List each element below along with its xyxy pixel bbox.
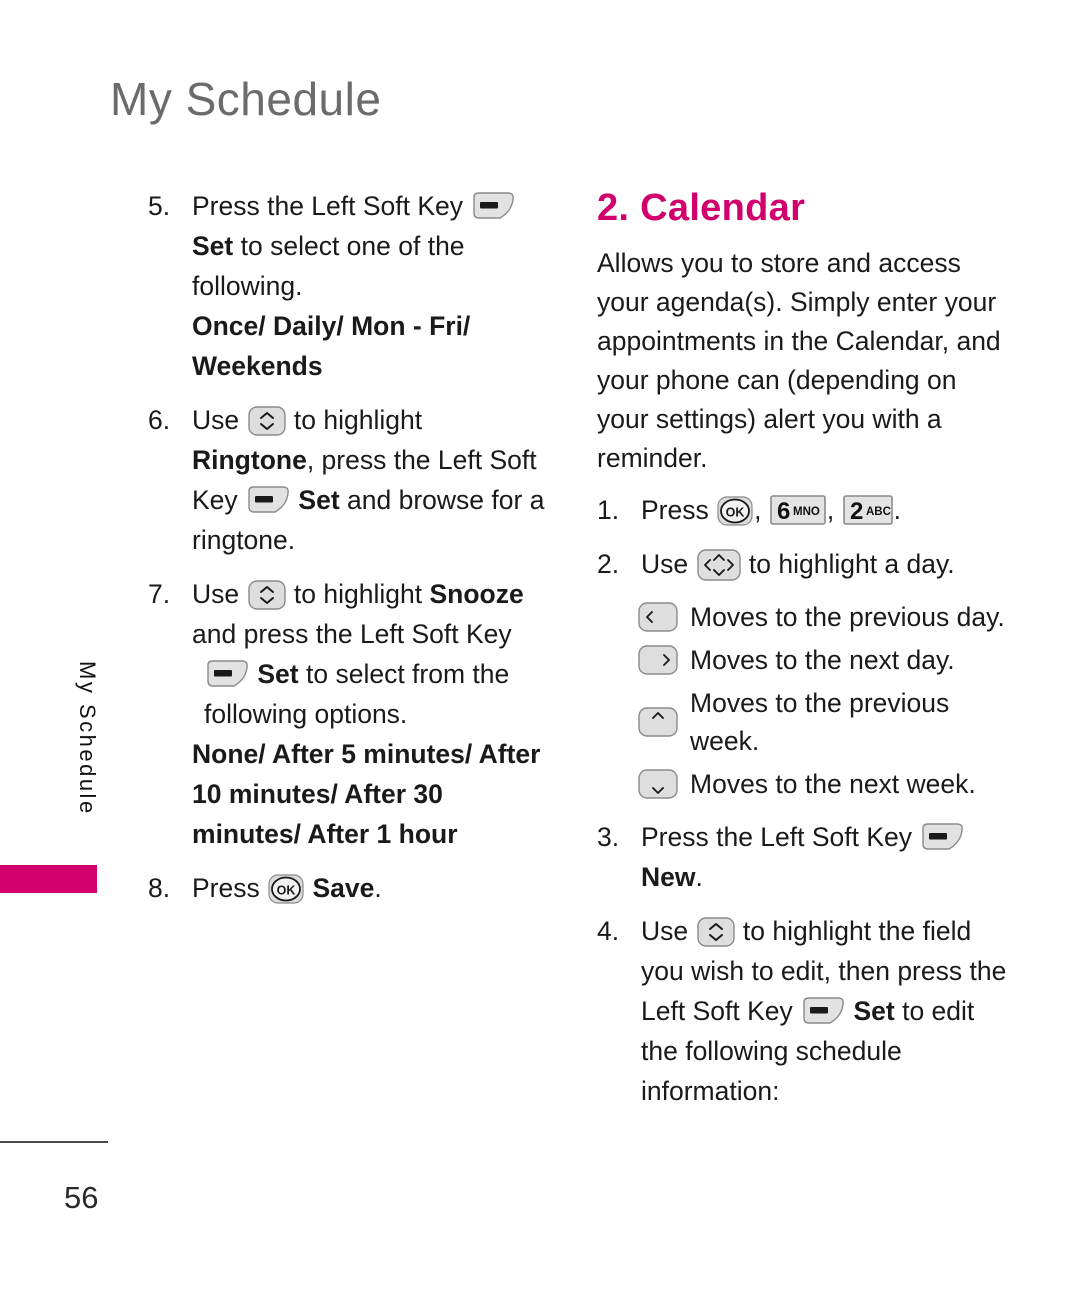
section-heading: 2. Calendar (597, 187, 806, 229)
left-arrow-key-icon (637, 601, 679, 633)
step-number: 8. (148, 873, 171, 903)
step-number: 5. (148, 191, 171, 221)
step-options: None/ After 5 minutes/ After 10 minutes/… (192, 739, 541, 849)
step-number: 1. (597, 495, 620, 525)
key-description-text: Moves to the next week. (690, 769, 976, 799)
calendar-step-4: 4. Use to highlight the field you wish t… (597, 911, 1007, 1111)
left-soft-key-icon (245, 485, 291, 515)
step-number: 3. (597, 822, 620, 852)
step-emphasis: Snooze (429, 579, 524, 609)
step-text: to highlight (293, 405, 423, 435)
step-emphasis: Set (298, 485, 340, 515)
step-text: Use (641, 916, 689, 946)
side-tab: My Schedule (0, 655, 100, 905)
step-text: to select from the following options. (204, 659, 510, 729)
step-text: Press (641, 495, 709, 525)
key-description-previous-day: Moves to the previous day. (597, 598, 1007, 636)
left-soft-key-icon (470, 191, 516, 221)
step-text: Use (641, 549, 689, 579)
left-soft-key-icon (800, 996, 846, 1026)
key-description-text: Moves to the previous week. (690, 688, 950, 756)
step-separator: , (754, 495, 762, 525)
svg-text:2: 2 (850, 498, 863, 525)
step-emphasis: Ringtone (192, 445, 307, 475)
step-separator: , (826, 495, 835, 525)
right-column: 2. Calendar Allows you to store and acce… (597, 186, 1007, 1125)
left-soft-key-icon (919, 822, 965, 852)
step-7: 7. Use to highlight Snooze and press the… (148, 574, 548, 854)
key-description-previous-week: Moves to the previous week. (597, 684, 1007, 760)
step-emphasis: Save (312, 873, 375, 903)
svg-text:ABC: ABC (866, 506, 891, 518)
ok-key-icon (716, 495, 754, 527)
ok-key-icon (267, 873, 305, 905)
step-text: Use (192, 579, 240, 609)
step-emphasis: Set (192, 231, 234, 261)
svg-text:MNO: MNO (793, 506, 820, 518)
key-description-next-day: Moves to the next day. (597, 641, 1007, 679)
step-emphasis: New (641, 862, 696, 892)
page-title: My Schedule (110, 73, 382, 125)
step-text: to select one of the following. (192, 231, 465, 301)
up-down-nav-key-icon (247, 579, 287, 611)
step-emphasis: Set (257, 659, 299, 689)
down-arrow-key-icon (637, 768, 679, 800)
step-text: . (695, 862, 703, 892)
left-soft-key-icon (204, 659, 250, 689)
footer-divider (0, 1141, 108, 1143)
step-6: 6. Use to highlight Ringtone, press the … (148, 400, 548, 560)
step-number: 2. (597, 549, 620, 579)
step-text: to highlight (293, 579, 423, 609)
digit-key-2-abc-icon: 2 ABC (842, 495, 893, 525)
step-number: 7. (148, 579, 171, 609)
step-5: 5. Press the Left Soft Key Set to select… (148, 186, 548, 386)
up-arrow-key-icon (637, 706, 679, 738)
key-description-next-week: Moves to the next week. (597, 765, 1007, 803)
four-way-nav-key-icon (696, 548, 742, 582)
side-tab-marker (0, 865, 97, 893)
key-description-text: Moves to the previous day. (690, 602, 1005, 632)
step-number: 6. (148, 405, 171, 435)
right-arrow-key-icon (637, 644, 679, 676)
svg-text:6: 6 (777, 498, 790, 525)
left-column: 5. Press the Left Soft Key Set to select… (148, 186, 548, 922)
step-emphasis: Set (853, 996, 895, 1026)
step-text: . (374, 873, 382, 903)
step-text: and press the Left Soft Key (192, 619, 512, 649)
up-down-nav-key-icon (696, 916, 736, 948)
step-text: Press the Left Soft Key (192, 191, 464, 221)
step-8: 8. Press Save. (148, 868, 548, 908)
step-text: . (893, 495, 901, 525)
step-text: Press the Left Soft Key (641, 822, 913, 852)
up-down-nav-key-icon (247, 405, 287, 437)
step-number: 4. (597, 916, 620, 946)
step-text: to highlight a day. (748, 549, 955, 579)
step-text: Press (192, 873, 260, 903)
calendar-step-2: 2. Use to highlight a day. (597, 544, 1007, 584)
calendar-step-3: 3. Press the Left Soft Key New. (597, 817, 1007, 897)
side-tab-label: My Schedule (75, 661, 100, 816)
step-options: Once/ Daily/ Mon - Fri/ Weekends (192, 311, 471, 381)
digit-key-6-mno-icon: 6 MNO (770, 495, 826, 525)
section-intro: Allows you to store and access your agen… (597, 248, 1001, 473)
key-description-text: Moves to the next day. (690, 645, 955, 675)
calendar-step-1: 1. Press , 6 MNO , 2 ABC . (597, 490, 1007, 530)
step-text: Use (192, 405, 240, 435)
page-number: 56 (64, 1180, 99, 1215)
